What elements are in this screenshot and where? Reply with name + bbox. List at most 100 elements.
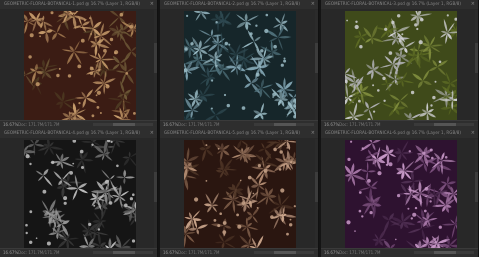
horizontal-scrollbar[interactable] (254, 251, 314, 254)
botanical-pattern (184, 140, 296, 250)
canvas-area[interactable] (321, 138, 478, 250)
flower-dot (217, 147, 220, 150)
scrollbar-thumb[interactable] (434, 123, 456, 126)
document-tab-title[interactable]: GEOMETRIC-FLORAL-BOTANICAL-2.psd @ 16.7%… (164, 1, 300, 7)
status-bar: 16.67% Doc: 171.7M/171.7M (321, 120, 478, 129)
close-icon[interactable]: × (311, 130, 315, 136)
zoom-level[interactable]: 16.67% (163, 122, 178, 128)
pattern-canvas[interactable] (24, 11, 136, 121)
flower-dot (29, 162, 32, 166)
scrollbar-thumb[interactable] (475, 172, 478, 202)
flower-dot (286, 232, 289, 236)
flower-dot (358, 209, 362, 213)
document-tab-title[interactable]: GEOMETRIC-FLORAL-BOTANICAL-5.psd @ 16.7%… (164, 130, 300, 136)
flower-dot (95, 94, 98, 97)
vertical-scrollbar[interactable] (315, 139, 318, 249)
pattern-canvas[interactable] (345, 11, 457, 121)
document-info[interactable]: Doc: 171.7M/171.7M (339, 122, 381, 128)
document-info[interactable]: Doc: 171.7M/171.7M (339, 250, 381, 256)
scrollbar-thumb[interactable] (315, 172, 318, 202)
flower-dot (83, 19, 86, 22)
zoom-level[interactable]: 16.67% (3, 122, 18, 128)
close-icon[interactable]: × (150, 1, 154, 7)
botanical-pattern (24, 140, 136, 250)
document-tab-title[interactable]: GEOMETRIC-FLORAL-BOTANICAL-1.psd @ 16.7%… (4, 1, 140, 7)
flower-dot (93, 204, 96, 207)
flower-dot (438, 225, 442, 229)
flower-dot (272, 96, 274, 98)
flower-dot (77, 64, 82, 69)
pattern-canvas[interactable] (184, 11, 296, 121)
pattern-canvas[interactable] (345, 140, 457, 250)
pattern-canvas[interactable] (184, 140, 296, 250)
horizontal-scrollbar[interactable] (93, 251, 153, 254)
document-window-6[interactable]: GEOMETRIC-FLORAL-BOTANICAL-6.psd @ 16.7%… (321, 129, 479, 257)
close-icon[interactable]: × (471, 130, 475, 136)
flower-dot (125, 72, 129, 75)
vertical-scrollbar[interactable] (154, 139, 157, 249)
flower-dot (397, 14, 401, 18)
vertical-scrollbar[interactable] (154, 10, 157, 121)
horizontal-scrollbar[interactable] (254, 123, 314, 126)
document-tab-title[interactable]: GEOMETRIC-FLORAL-BOTANICAL-3.psd @ 16.7%… (325, 1, 461, 7)
flower-dot (104, 179, 110, 184)
document-info[interactable]: Doc: 171.7M/171.7M (18, 250, 60, 256)
horizontal-scrollbar[interactable] (93, 123, 153, 126)
flower-dot (205, 144, 208, 147)
document-window-4[interactable]: GEOMETRIC-FLORAL-BOTANICAL-4.psd @ 16.7%… (0, 129, 158, 257)
vertical-scrollbar[interactable] (475, 10, 478, 121)
scrollbar-thumb[interactable] (154, 172, 157, 202)
flower-dot (289, 218, 292, 221)
flower-dot (361, 147, 364, 150)
status-bar: 16.67% Doc: 171.7M/171.7M (321, 248, 478, 257)
flower-dot (280, 188, 285, 193)
document-window-5[interactable]: GEOMETRIC-FLORAL-BOTANICAL-5.psd @ 16.7%… (160, 129, 319, 257)
scrollbar-thumb[interactable] (475, 43, 478, 74)
canvas-area[interactable] (0, 9, 157, 121)
zoom-level[interactable]: 16.67% (163, 250, 178, 256)
flower-dot (373, 110, 376, 113)
flower-dot (407, 207, 410, 210)
flower-dot (39, 35, 41, 38)
canvas-area[interactable] (321, 9, 478, 121)
flower-dot (272, 92, 276, 97)
vertical-scrollbar[interactable] (315, 10, 318, 121)
close-icon[interactable]: × (311, 1, 315, 7)
canvas-area[interactable] (160, 9, 318, 121)
horizontal-scrollbar[interactable] (414, 123, 474, 126)
zoom-level[interactable]: 16.67% (324, 122, 339, 128)
flower-dot (194, 197, 199, 202)
flower-dot (283, 57, 286, 60)
scrollbar-thumb[interactable] (315, 43, 318, 74)
flower-dot (25, 231, 28, 235)
document-window-1[interactable]: GEOMETRIC-FLORAL-BOTANICAL-1.psd @ 16.7%… (0, 0, 158, 129)
document-tab-title[interactable]: GEOMETRIC-FLORAL-BOTANICAL-6.psd @ 16.7%… (325, 130, 461, 136)
vertical-scrollbar[interactable] (475, 139, 478, 249)
document-info[interactable]: Doc: 171.7M/171.7M (178, 250, 220, 256)
pattern-canvas[interactable] (24, 140, 136, 250)
scrollbar-thumb[interactable] (113, 123, 135, 126)
document-info[interactable]: Doc: 171.7M/171.7M (18, 122, 60, 128)
canvas-area[interactable] (0, 138, 157, 250)
flower-dot (249, 32, 253, 36)
zoom-level[interactable]: 16.67% (324, 250, 339, 256)
close-icon[interactable]: × (471, 1, 475, 7)
document-info[interactable]: Doc: 171.7M/171.7M (178, 122, 220, 128)
flower-dot (228, 43, 231, 46)
document-window-2[interactable]: GEOMETRIC-FLORAL-BOTANICAL-2.psd @ 16.7%… (160, 0, 319, 129)
scrollbar-thumb[interactable] (434, 251, 456, 254)
close-icon[interactable]: × (150, 130, 154, 136)
document-window-3[interactable]: GEOMETRIC-FLORAL-BOTANICAL-3.psd @ 16.7%… (321, 0, 479, 129)
scrollbar-thumb[interactable] (113, 251, 135, 254)
document-tab-title[interactable]: GEOMETRIC-FLORAL-BOTANICAL-4.psd @ 16.7%… (4, 130, 140, 136)
scrollbar-thumb[interactable] (154, 43, 157, 74)
canvas-area[interactable] (160, 138, 318, 250)
flower-dot (247, 175, 252, 180)
flower-dot (280, 63, 284, 67)
flower-dot (213, 219, 217, 222)
flower-dot (346, 19, 348, 22)
scrollbar-thumb[interactable] (274, 251, 296, 254)
scrollbar-thumb[interactable] (274, 123, 296, 126)
horizontal-scrollbar[interactable] (414, 251, 474, 254)
zoom-level[interactable]: 16.67% (3, 250, 18, 256)
